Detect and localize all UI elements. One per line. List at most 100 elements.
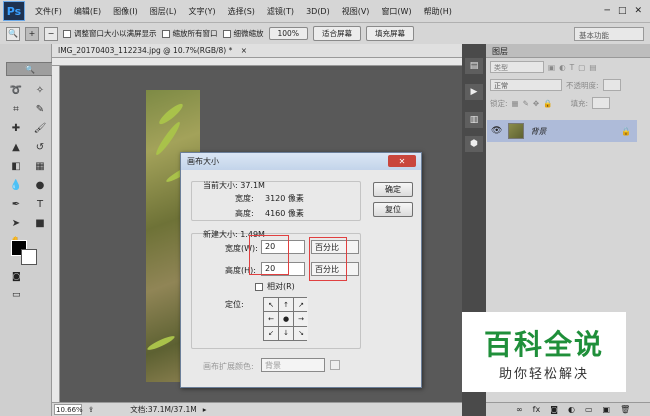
layers-tab[interactable]: 图层 — [486, 44, 650, 58]
anchor-s-icon[interactable]: ↓ — [279, 326, 293, 340]
menu-view[interactable]: 视图(V) — [336, 6, 376, 17]
anchor-w-icon[interactable]: ← — [264, 312, 278, 326]
filter-type-icon[interactable]: T — [570, 63, 575, 72]
anchor-ne-icon[interactable]: ↗ — [294, 298, 308, 312]
current-size-label: 当前大小: 37.1M — [203, 181, 265, 190]
scrubby-zoom-checkbox[interactable]: 细微缩放 — [222, 28, 264, 39]
kind-filter-select[interactable]: 类型 — [490, 61, 544, 73]
menu-image[interactable]: 图像(I) — [107, 6, 144, 17]
adjustment-icon[interactable]: ◐ — [568, 405, 575, 414]
filter-pixel-icon[interactable]: ▣ — [548, 63, 555, 72]
link-icon[interactable]: ∞ — [516, 405, 523, 414]
ext-color-label: 画布扩展颜色: — [203, 362, 254, 371]
filter-shape-icon[interactable]: ▢ — [578, 63, 585, 72]
export-icon[interactable]: ⇪ — [88, 405, 94, 414]
watermark-subtitle: 助你轻松解决 — [498, 366, 589, 382]
document-tab[interactable]: IMG_20170403_112234.jpg @ 10.7%(RGB/8) *… — [52, 44, 462, 58]
gradient-tool-icon[interactable]: ▦ — [30, 157, 50, 175]
zoom-out-icon[interactable]: − — [44, 26, 58, 41]
filter-adjust-icon[interactable]: ◐ — [559, 63, 566, 72]
resize-windows-checkbox[interactable]: 调整窗口大小以满屏显示 — [63, 28, 157, 39]
fx-icon[interactable]: fx — [533, 405, 541, 414]
menu-edit[interactable]: 编辑(E) — [68, 6, 107, 17]
dialog-close-button[interactable]: ✕ — [388, 155, 416, 167]
shape-tool-icon[interactable]: ■ — [30, 214, 50, 232]
anchor-n-icon[interactable]: ↑ — [279, 298, 293, 312]
reset-button[interactable]: 复位 — [373, 202, 413, 217]
clone-stamp-icon[interactable]: ▲ — [6, 138, 26, 156]
path-select-icon[interactable]: ➤ — [6, 214, 26, 232]
pen-tool-icon[interactable]: ✒ — [6, 195, 26, 213]
magic-wand-icon[interactable]: ✧ — [30, 81, 50, 99]
actions-play-icon[interactable]: ▶ — [465, 84, 483, 100]
history-brush-icon[interactable]: ↺ — [30, 138, 50, 156]
menu-layer[interactable]: 图层(L) — [144, 6, 183, 17]
mask-icon[interactable]: ◙ — [550, 405, 558, 414]
relative-checkbox[interactable]: 相对(R) — [255, 281, 295, 292]
lock-paint-icon[interactable]: ✎ — [523, 99, 529, 108]
zoom-in-icon[interactable]: + — [25, 26, 39, 41]
dialog-title: 画布大小 — [187, 157, 219, 166]
healing-brush-icon[interactable]: ✚ — [6, 119, 26, 137]
menu-filter[interactable]: 滤镜(T) — [261, 6, 300, 17]
minimize-icon[interactable]: ─ — [605, 6, 610, 16]
properties-panel-icon[interactable]: ▥ — [465, 112, 483, 128]
layer-row[interactable]: 👁 背景 🔒 — [487, 120, 637, 142]
dodge-tool-icon[interactable]: ● — [30, 176, 50, 194]
eyedropper-icon[interactable]: ✎ — [30, 100, 50, 118]
doc-info[interactable]: 文档:37.1M/37.1M — [130, 404, 196, 415]
dialog-titlebar: 画布大小 — [181, 153, 421, 170]
menu-file[interactable]: 文件(F) — [29, 6, 68, 17]
new-layer-icon[interactable]: ▣ — [603, 405, 611, 414]
lock-pixels-icon[interactable]: ▦ — [512, 99, 519, 108]
workspace-select[interactable]: 基本功能 — [574, 26, 644, 41]
maximize-icon[interactable]: □ — [618, 6, 627, 16]
ok-button[interactable]: 确定 — [373, 182, 413, 197]
quick-mask-icon[interactable]: ◙ — [12, 272, 21, 282]
3d-panel-icon[interactable]: ⬢ — [465, 136, 483, 152]
eraser-tool-icon[interactable]: ◧ — [6, 157, 26, 175]
screen-mode-icon[interactable]: ▭ — [12, 290, 21, 300]
anchor-nw-icon[interactable]: ↖ — [264, 298, 278, 312]
anchor-se-icon[interactable]: ↘ — [294, 326, 308, 340]
blend-mode-select[interactable]: 正常 — [490, 79, 562, 91]
canvas-size-dialog: 画布大小 ✕ 当前大小: 37.1M 宽度: 3120 像素 高度: 4160 … — [180, 152, 422, 388]
fit-screen-button[interactable]: 适合屏幕 — [312, 26, 361, 41]
crop-tool-icon[interactable]: ⌗ — [6, 100, 26, 118]
zoom-tool-icon[interactable]: 🔍 — [6, 26, 20, 41]
menu-window[interactable]: 窗口(W) — [375, 6, 417, 17]
ext-color-select[interactable]: 背景 — [261, 358, 325, 372]
ext-color-swatch[interactable] — [330, 360, 340, 370]
group-icon[interactable]: ▭ — [585, 405, 593, 414]
fill-field[interactable] — [592, 97, 611, 109]
filter-smart-icon[interactable]: ▤ — [589, 63, 596, 72]
zoom-level-field[interactable]: 10.66% — [54, 404, 83, 415]
zoom-tool-icon-box[interactable]: 🔍 — [6, 62, 54, 76]
zoom-100-button[interactable]: 100% — [268, 27, 308, 40]
close-icon[interactable]: ✕ — [634, 6, 642, 16]
menu-3d[interactable]: 3D(D) — [300, 7, 336, 16]
anchor-e-icon[interactable]: → — [294, 312, 308, 326]
menu-select[interactable]: 选择(S) — [222, 6, 261, 17]
anchor-center-icon[interactable]: ● — [279, 312, 293, 326]
opacity-field[interactable] — [602, 79, 621, 91]
anchor-sw-icon[interactable]: ↙ — [264, 326, 278, 340]
menu-type[interactable]: 文字(Y) — [182, 6, 221, 17]
blur-tool-icon[interactable]: 💧 — [6, 176, 26, 194]
lock-move-icon[interactable]: ✥ — [533, 99, 539, 108]
background-color-swatch[interactable] — [21, 249, 37, 265]
trash-icon[interactable]: 🗑 — [620, 405, 630, 414]
menu-help[interactable]: 帮助(H) — [418, 6, 458, 17]
anchor-grid[interactable]: ↖ ↑ ↗ ← ● → ↙ ↓ ↘ — [263, 297, 308, 341]
lock-all-icon[interactable]: 🔒 — [543, 99, 552, 108]
history-panel-icon[interactable]: ▤ — [465, 58, 483, 74]
relative-label: 相对(R) — [267, 282, 295, 291]
status-arrow-icon[interactable]: ▸ — [203, 405, 207, 414]
fill-screen-button[interactable]: 填充屏幕 — [365, 26, 414, 41]
type-tool-icon[interactable]: T — [30, 195, 50, 213]
lasso-tool-icon[interactable]: ➰ — [6, 81, 26, 99]
tab-close-icon[interactable]: × — [241, 46, 247, 55]
visibility-eye-icon[interactable]: 👁 — [491, 126, 502, 136]
brush-tool-icon[interactable]: 🖌 — [30, 119, 50, 137]
zoom-all-checkbox[interactable]: 缩放所有窗口 — [161, 28, 218, 39]
